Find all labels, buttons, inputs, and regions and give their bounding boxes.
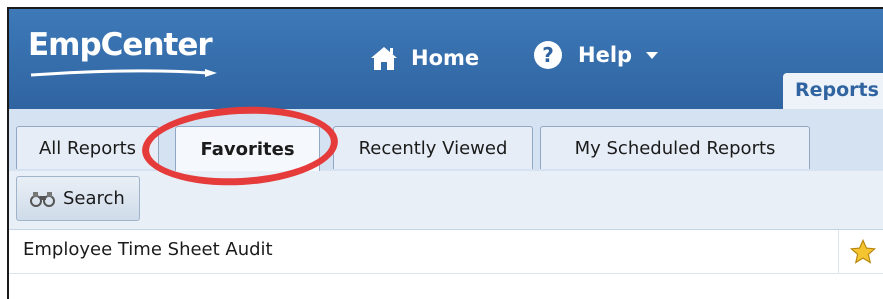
logo: EmpCenter (28, 27, 213, 63)
tab-label: My Scheduled Reports (574, 137, 776, 159)
caret-down-icon (646, 51, 659, 59)
toolbar: Search (9, 171, 883, 230)
top-tab-reports[interactable]: Reports (783, 73, 883, 109)
tab-all-reports[interactable]: All Reports (16, 126, 159, 169)
help-label: Help (578, 43, 633, 67)
nav-help-dropdown[interactable]: ? Help (534, 41, 659, 69)
report-name: Employee Time Sheet Audit (23, 239, 273, 260)
app-header: EmpCenter Home ? Help Reports (9, 9, 883, 109)
star-icon (849, 238, 876, 264)
report-tabs: All Reports Favorites Recently Viewed My… (9, 109, 883, 172)
tab-recently-viewed[interactable]: Recently Viewed (333, 126, 533, 169)
search-button[interactable]: Search (16, 176, 140, 221)
question-circle-icon: ? (534, 41, 562, 69)
list-item[interactable]: Employee Time Sheet Audit (9, 230, 883, 274)
tab-label: Favorites (200, 138, 295, 160)
search-label: Search (63, 188, 125, 209)
binoculars-icon (30, 191, 55, 207)
tab-favorites[interactable]: Favorites (175, 126, 320, 171)
favorite-toggle[interactable] (838, 230, 883, 273)
home-icon (371, 47, 397, 70)
tab-label: Recently Viewed (358, 137, 508, 159)
tab-my-scheduled-reports[interactable]: My Scheduled Reports (540, 126, 810, 169)
home-label: Home (411, 46, 480, 70)
nav-home[interactable]: Home (369, 45, 479, 71)
logo-swoosh-icon (30, 69, 217, 77)
app-frame: EmpCenter Home ? Help Reports All Report… (7, 7, 883, 299)
tab-label: All Reports (38, 137, 137, 159)
